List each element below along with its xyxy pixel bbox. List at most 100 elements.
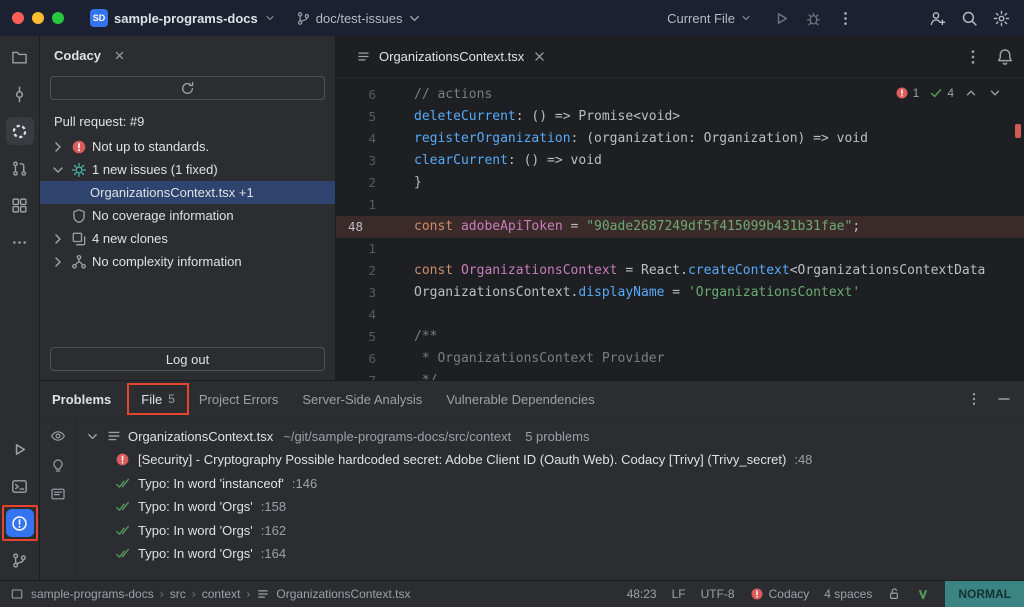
- code-line[interactable]: 4: [336, 304, 1024, 326]
- code-line[interactable]: 2const OrganizationsContext = React.crea…: [336, 260, 1024, 282]
- editor-tab[interactable]: OrganizationsContext.tsx: [346, 36, 557, 77]
- problems-tab-project-errors[interactable]: Project Errors: [187, 381, 290, 417]
- minimize-window-button[interactable]: [32, 12, 44, 24]
- tab-label: File: [141, 392, 162, 407]
- debug-button[interactable]: [800, 5, 826, 31]
- tool-strip-codacy-button[interactable]: [6, 117, 34, 145]
- problem-item[interactable]: Typo: In word 'Orgs':158: [77, 495, 1024, 519]
- inspection-errors[interactable]: 1: [895, 86, 920, 100]
- codacy-tree-item[interactable]: OrganizationsContext.tsx +1: [40, 181, 335, 204]
- project-icon: SD: [90, 9, 108, 27]
- codacy-tree-item[interactable]: 1 new issues (1 fixed): [40, 158, 335, 181]
- preview-card-icon[interactable]: [50, 486, 66, 502]
- editor-options-icon[interactable]: [964, 48, 982, 66]
- notifications-bell-icon[interactable]: [996, 48, 1014, 66]
- code-line[interactable]: 6 * OrganizationsContext Provider: [336, 348, 1024, 370]
- search-everywhere-button[interactable]: [956, 5, 982, 31]
- problems-tab-vulnerable-dependencies[interactable]: Vulnerable Dependencies: [434, 381, 606, 417]
- tool-strip-structure-button[interactable]: [6, 191, 34, 219]
- run-config-selector[interactable]: Current File: [667, 11, 752, 26]
- problem-item[interactable]: [Security] - Cryptography Possible hardc…: [77, 448, 1024, 472]
- tool-strip-run-button[interactable]: [6, 435, 34, 463]
- file-type-icon: [106, 428, 122, 444]
- problems-tree: OrganizationsContext.tsx ~/git/sample-pr…: [77, 418, 1024, 580]
- branch-selector[interactable]: doc/test-issues: [288, 8, 431, 29]
- code-line[interactable]: 1: [336, 194, 1024, 216]
- tool-strip-pull-requests-button[interactable]: [6, 154, 34, 182]
- tool-strip-project-button[interactable]: [6, 43, 34, 71]
- hide-panel-icon[interactable]: [996, 391, 1012, 407]
- tool-strip-git-button[interactable]: [6, 546, 34, 574]
- code-text: const adobeApiToken = "90ade2687249df5f4…: [392, 216, 860, 238]
- code-line[interactable]: 3OrganizationsContext.displayName = 'Org…: [336, 282, 1024, 304]
- codacy-tree-item[interactable]: No complexity information: [40, 250, 335, 273]
- view-options-eye-icon[interactable]: [50, 428, 66, 444]
- refresh-button[interactable]: [50, 76, 325, 100]
- code-line[interactable]: 4registerOrganization: (organization: Or…: [336, 128, 1024, 150]
- tool-strip-terminal-button[interactable]: [6, 472, 34, 500]
- previous-problem-icon[interactable]: [964, 86, 978, 100]
- inspection-ok[interactable]: 4: [929, 86, 954, 100]
- breadcrumb-item[interactable]: OrganizationsContext.tsx: [276, 587, 410, 601]
- close-panel-icon[interactable]: [113, 49, 126, 62]
- more-actions-button[interactable]: [832, 5, 858, 31]
- file-encoding[interactable]: UTF-8: [701, 587, 735, 601]
- indent-status[interactable]: 4 spaces: [824, 587, 872, 601]
- code-line[interactable]: 1: [336, 238, 1024, 260]
- codacy-tree-item[interactable]: 4 new clones: [40, 227, 335, 250]
- code-line[interactable]: 5/**: [336, 326, 1024, 348]
- code-line[interactable]: 2}: [336, 172, 1024, 194]
- settings-button[interactable]: [988, 5, 1014, 31]
- code-text: deleteCurrent: () => Promise<void>: [392, 106, 680, 128]
- line-separator[interactable]: LF: [672, 587, 686, 601]
- problems-tab-server-side-analysis[interactable]: Server-Side Analysis: [290, 381, 434, 417]
- ideavim-icon[interactable]: [916, 587, 930, 601]
- code-line[interactable]: 5deleteCurrent: () => Promise<void>: [336, 106, 1024, 128]
- project-selector[interactable]: SD sample-programs-docs: [84, 6, 282, 30]
- problems-count: 5 problems: [525, 429, 589, 444]
- close-window-button[interactable]: [12, 12, 24, 24]
- problems-tab-file[interactable]: File5: [129, 381, 187, 417]
- branch-name: doc/test-issues: [316, 11, 403, 26]
- chevron-down-icon[interactable]: [85, 429, 100, 444]
- zoom-window-button[interactable]: [52, 12, 64, 24]
- inspections-widget[interactable]: 1 4: [895, 86, 1002, 100]
- quick-fix-lightbulb-icon[interactable]: [50, 457, 66, 473]
- commit-icon: [11, 86, 28, 103]
- breadcrumb-item[interactable]: sample-programs-docs: [31, 587, 154, 601]
- panel-options-icon[interactable]: [966, 391, 982, 407]
- clones-icon: [71, 231, 87, 247]
- terminal-icon: [11, 478, 28, 495]
- problem-item[interactable]: Typo: In word 'Orgs':162: [77, 519, 1024, 543]
- problem-item[interactable]: Typo: In word 'Orgs':164: [77, 542, 1024, 566]
- code-lines: 6// actions5deleteCurrent: () => Promise…: [336, 78, 1024, 380]
- codacy-panel-header: Codacy: [40, 36, 335, 74]
- tool-strip-problems-button[interactable]: [6, 509, 34, 537]
- tool-strip-commit-button[interactable]: [6, 80, 34, 108]
- code-with-me-button[interactable]: [924, 5, 950, 31]
- logout-button[interactable]: Log out: [50, 347, 325, 371]
- code-line[interactable]: 7 */: [336, 370, 1024, 380]
- run-button[interactable]: [768, 5, 794, 31]
- code-line[interactable]: 48const adobeApiToken = "90ade2687249df5…: [336, 216, 1024, 238]
- code-line[interactable]: 3clearCurrent: () => void: [336, 150, 1024, 172]
- next-problem-icon[interactable]: [988, 86, 1002, 100]
- error-stripe-mark[interactable]: [1015, 124, 1021, 138]
- caret-position[interactable]: 48:23: [627, 587, 657, 601]
- tool-strip-more-button[interactable]: [6, 228, 34, 256]
- close-tab-icon[interactable]: [532, 49, 547, 64]
- line-number: 5: [336, 106, 392, 128]
- codacy-tree-item[interactable]: No coverage information: [40, 204, 335, 227]
- codacy-tree: Not up to standards.1 new issues (1 fixe…: [40, 135, 335, 341]
- problem-item[interactable]: Typo: In word 'instanceof':146: [77, 472, 1024, 496]
- problem-text: Typo: In word 'instanceof': [138, 476, 284, 491]
- breadcrumb-item[interactable]: context: [202, 587, 241, 601]
- code-editor[interactable]: 6// actions5deleteCurrent: () => Promise…: [336, 78, 1024, 380]
- problems-file-row[interactable]: OrganizationsContext.tsx ~/git/sample-pr…: [77, 424, 1024, 448]
- codacy-status[interactable]: Codacy: [750, 587, 810, 601]
- codacy-tree-item[interactable]: Not up to standards.: [40, 135, 335, 158]
- more-dots-icon: [11, 234, 28, 251]
- git-branch-icon: [11, 552, 28, 569]
- breadcrumb-item[interactable]: src: [170, 587, 186, 601]
- lock-open-icon[interactable]: [887, 587, 901, 601]
